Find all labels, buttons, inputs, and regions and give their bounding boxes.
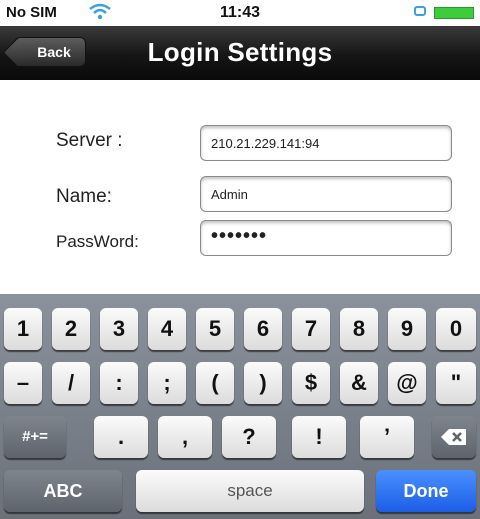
key-exclamation[interactable]: ! [292, 416, 346, 458]
abc-key[interactable]: ABC [4, 470, 122, 512]
navigation-bar: Back Login Settings [0, 26, 480, 80]
space-key[interactable]: space [136, 470, 364, 512]
key-7[interactable]: 7 [292, 308, 330, 350]
symbols-mode-key[interactable]: #+= [4, 416, 66, 458]
key-question[interactable]: ? [222, 416, 276, 458]
key-slash[interactable]: / [52, 362, 90, 404]
key-close-paren[interactable]: ) [244, 362, 282, 404]
name-field[interactable]: Admin [200, 176, 452, 212]
key-semicolon[interactable]: ; [148, 362, 186, 404]
key-period[interactable]: . [94, 416, 148, 458]
key-at[interactable]: @ [388, 362, 426, 404]
page-title: Login Settings [147, 37, 333, 67]
status-bar: No SIM 11:43 [0, 0, 480, 26]
done-key[interactable]: Done [376, 470, 476, 512]
key-apostrophe[interactable]: ’ [360, 416, 414, 458]
password-field[interactable]: ••••••• [200, 220, 452, 256]
key-1[interactable]: 1 [4, 308, 42, 350]
key-4[interactable]: 4 [148, 308, 186, 350]
name-label: Name: [56, 186, 112, 207]
server-label: Server : [56, 130, 123, 151]
key-dollar[interactable]: $ [292, 362, 330, 404]
key-comma[interactable]: , [158, 416, 212, 458]
password-label: PassWord: [56, 232, 139, 251]
key-8[interactable]: 8 [340, 308, 378, 350]
key-dash[interactable]: – [4, 362, 42, 404]
orientation-lock-icon [414, 6, 426, 16]
delete-key[interactable] [432, 416, 476, 458]
keyboard: 1 2 3 4 5 6 7 8 9 0 – / : ; ( ) $ & @ " … [0, 294, 480, 519]
key-6[interactable]: 6 [244, 308, 282, 350]
key-ampersand[interactable]: & [340, 362, 378, 404]
key-0[interactable]: 0 [436, 308, 476, 350]
key-5[interactable]: 5 [196, 308, 234, 350]
key-quote[interactable]: " [436, 362, 476, 404]
clock: 11:43 [219, 4, 261, 21]
battery-icon [434, 7, 474, 19]
server-field[interactable]: 210.21.229.141:94 [200, 125, 452, 161]
key-open-paren[interactable]: ( [196, 362, 234, 404]
key-colon[interactable]: : [100, 362, 138, 404]
key-9[interactable]: 9 [388, 308, 426, 350]
backspace-icon [441, 429, 466, 446]
key-3[interactable]: 3 [100, 308, 138, 350]
key-2[interactable]: 2 [52, 308, 90, 350]
login-form: Server : 210.21.229.141:94 Name: Admin P… [0, 80, 480, 294]
